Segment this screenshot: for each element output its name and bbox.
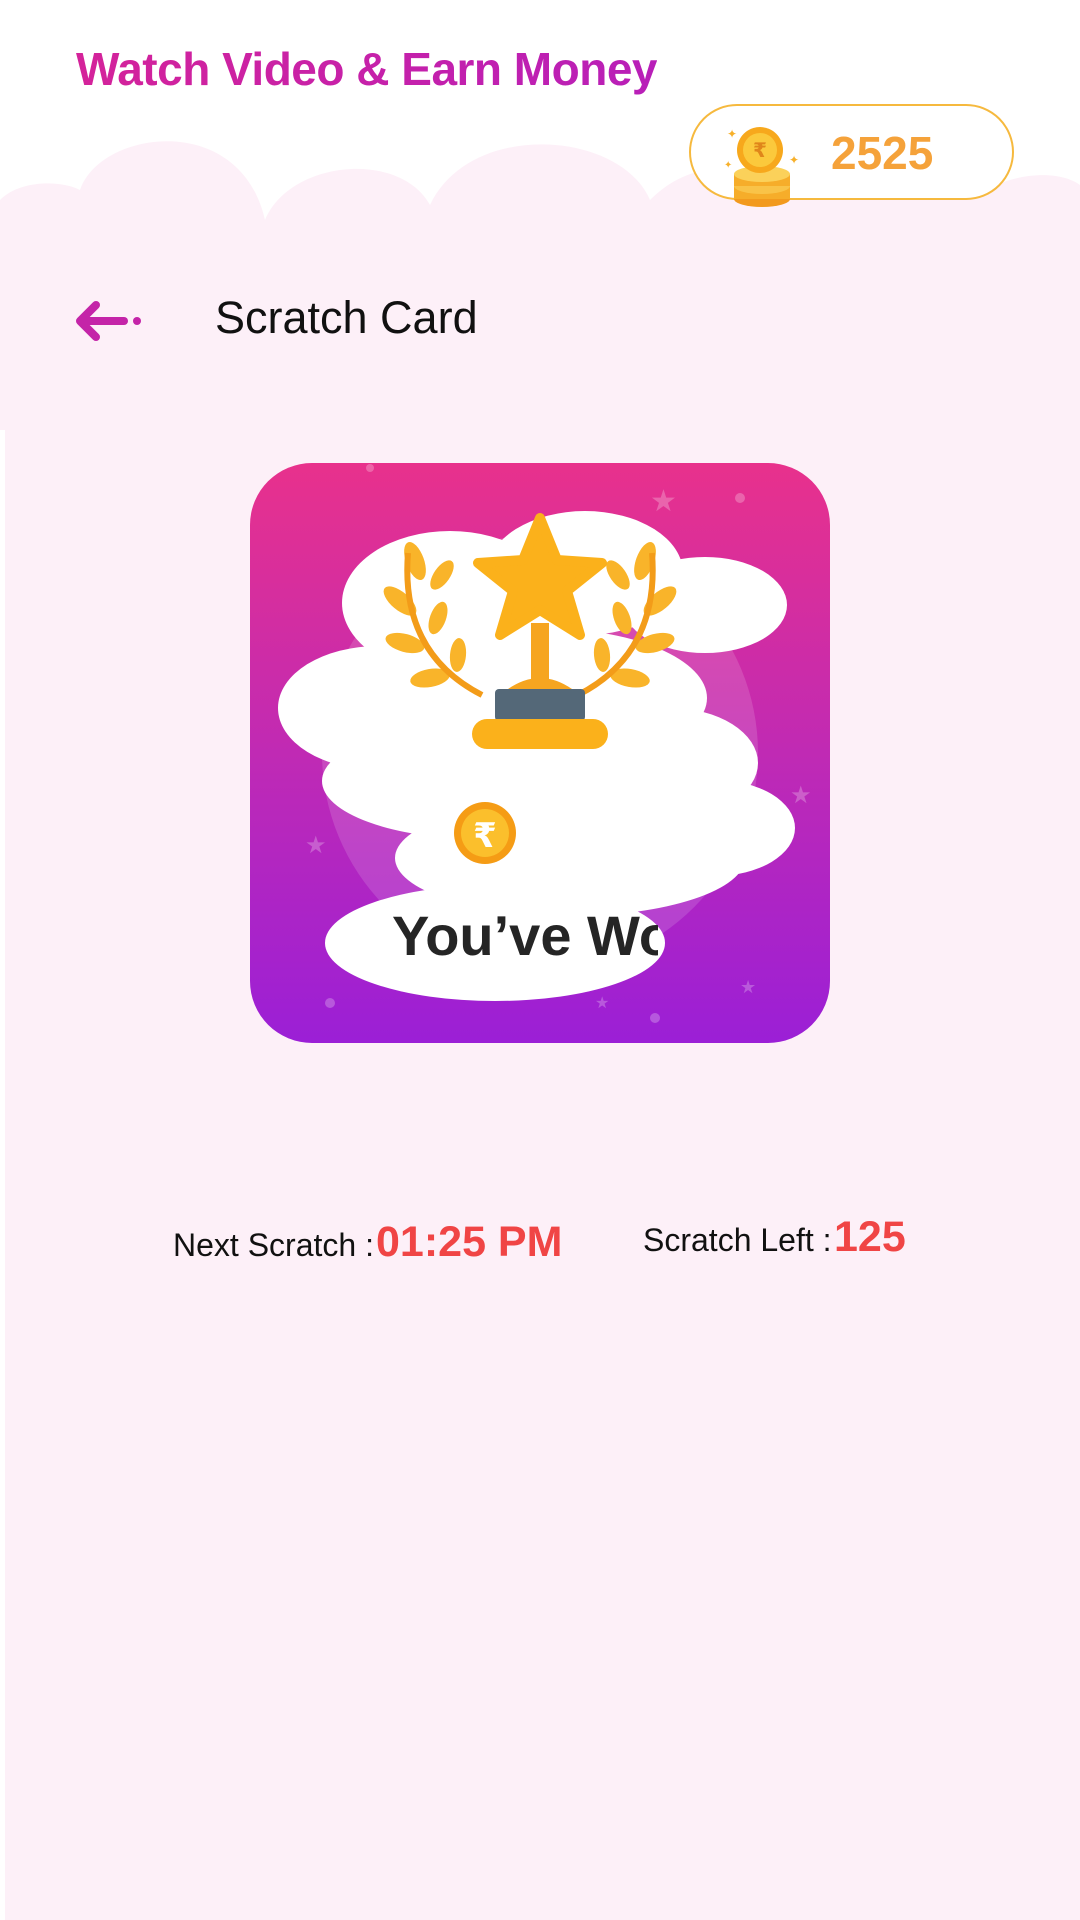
next-scratch-label: Next Scratch : — [173, 1227, 374, 1263]
page-edge — [0, 430, 5, 1920]
svg-text:✦: ✦ — [727, 127, 737, 141]
next-scratch-time: 01:25 PM — [376, 1218, 563, 1266]
scratch-left-count: 125 — [834, 1213, 906, 1261]
revealed-text: You’ve Wo — [392, 904, 658, 967]
svg-text:✦: ✦ — [724, 160, 732, 171]
svg-text:✦: ✦ — [789, 153, 799, 167]
svg-text:★: ★ — [740, 977, 756, 998]
scratch-left-label: Scratch Left : — [643, 1222, 832, 1258]
revealed-text-area: You’ve Wo — [250, 463, 658, 1043]
back-arrow-icon[interactable] — [74, 296, 144, 346]
coin-balance-value: 2525 — [831, 127, 934, 179]
rupee-coin-stack-icon: ₹ ✦ ✦ ✦ — [724, 127, 799, 207]
scratch-card[interactable]: ★ ★ ★ ★ ★ ₹ You’ve Wo — [250, 463, 830, 1043]
svg-text:₹: ₹ — [753, 138, 767, 162]
svg-text:★: ★ — [790, 781, 812, 809]
screen-title: Scratch Card — [215, 292, 478, 343]
coin-balance-pill[interactable]: ₹ ✦ ✦ ✦ 2525 — [689, 104, 1014, 207]
app-title: Watch Video & Earn Money — [76, 43, 658, 95]
